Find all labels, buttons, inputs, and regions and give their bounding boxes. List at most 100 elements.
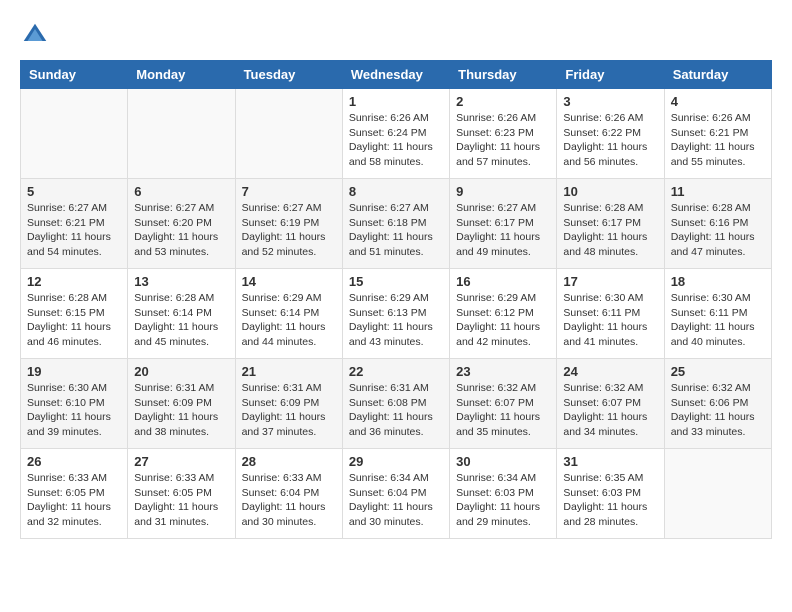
- day-info: Sunrise: 6:34 AMSunset: 6:03 PMDaylight:…: [456, 472, 540, 528]
- day-number: 11: [671, 184, 765, 199]
- day-info: Sunrise: 6:27 AMSunset: 6:17 PMDaylight:…: [456, 202, 540, 258]
- logo-icon: [20, 20, 50, 50]
- day-info: Sunrise: 6:35 AMSunset: 6:03 PMDaylight:…: [563, 472, 647, 528]
- day-info: Sunrise: 6:33 AMSunset: 6:04 PMDaylight:…: [242, 472, 326, 528]
- calendar-cell: 11 Sunrise: 6:28 AMSunset: 6:16 PMDaylig…: [664, 179, 771, 269]
- calendar-cell: 5 Sunrise: 6:27 AMSunset: 6:21 PMDayligh…: [21, 179, 128, 269]
- calendar-week-row: 26 Sunrise: 6:33 AMSunset: 6:05 PMDaylig…: [21, 449, 772, 539]
- weekday-header: Saturday: [664, 61, 771, 89]
- day-info: Sunrise: 6:26 AMSunset: 6:22 PMDaylight:…: [563, 112, 647, 168]
- day-info: Sunrise: 6:29 AMSunset: 6:14 PMDaylight:…: [242, 292, 326, 348]
- day-number: 1: [349, 94, 443, 109]
- calendar-cell: [664, 449, 771, 539]
- day-info: Sunrise: 6:26 AMSunset: 6:21 PMDaylight:…: [671, 112, 755, 168]
- day-number: 19: [27, 364, 121, 379]
- calendar-cell: 2 Sunrise: 6:26 AMSunset: 6:23 PMDayligh…: [450, 89, 557, 179]
- calendar-cell: [21, 89, 128, 179]
- day-info: Sunrise: 6:30 AMSunset: 6:10 PMDaylight:…: [27, 382, 111, 438]
- day-info: Sunrise: 6:28 AMSunset: 6:15 PMDaylight:…: [27, 292, 111, 348]
- day-number: 6: [134, 184, 228, 199]
- weekday-header: Monday: [128, 61, 235, 89]
- day-number: 26: [27, 454, 121, 469]
- calendar-table: SundayMondayTuesdayWednesdayThursdayFrid…: [20, 60, 772, 539]
- calendar-cell: 27 Sunrise: 6:33 AMSunset: 6:05 PMDaylig…: [128, 449, 235, 539]
- calendar-cell: [128, 89, 235, 179]
- day-info: Sunrise: 6:31 AMSunset: 6:08 PMDaylight:…: [349, 382, 433, 438]
- calendar-cell: [235, 89, 342, 179]
- day-number: 18: [671, 274, 765, 289]
- day-number: 27: [134, 454, 228, 469]
- calendar-week-row: 19 Sunrise: 6:30 AMSunset: 6:10 PMDaylig…: [21, 359, 772, 449]
- day-number: 25: [671, 364, 765, 379]
- day-number: 15: [349, 274, 443, 289]
- calendar-header-row: SundayMondayTuesdayWednesdayThursdayFrid…: [21, 61, 772, 89]
- calendar-cell: 30 Sunrise: 6:34 AMSunset: 6:03 PMDaylig…: [450, 449, 557, 539]
- day-info: Sunrise: 6:26 AMSunset: 6:23 PMDaylight:…: [456, 112, 540, 168]
- day-number: 20: [134, 364, 228, 379]
- day-info: Sunrise: 6:32 AMSunset: 6:06 PMDaylight:…: [671, 382, 755, 438]
- day-number: 30: [456, 454, 550, 469]
- calendar-cell: 20 Sunrise: 6:31 AMSunset: 6:09 PMDaylig…: [128, 359, 235, 449]
- day-info: Sunrise: 6:33 AMSunset: 6:05 PMDaylight:…: [134, 472, 218, 528]
- day-info: Sunrise: 6:34 AMSunset: 6:04 PMDaylight:…: [349, 472, 433, 528]
- weekday-header: Thursday: [450, 61, 557, 89]
- calendar-week-row: 5 Sunrise: 6:27 AMSunset: 6:21 PMDayligh…: [21, 179, 772, 269]
- day-number: 24: [563, 364, 657, 379]
- calendar-cell: 25 Sunrise: 6:32 AMSunset: 6:06 PMDaylig…: [664, 359, 771, 449]
- day-info: Sunrise: 6:30 AMSunset: 6:11 PMDaylight:…: [671, 292, 755, 348]
- calendar-cell: 6 Sunrise: 6:27 AMSunset: 6:20 PMDayligh…: [128, 179, 235, 269]
- day-number: 28: [242, 454, 336, 469]
- weekday-header: Tuesday: [235, 61, 342, 89]
- day-info: Sunrise: 6:28 AMSunset: 6:17 PMDaylight:…: [563, 202, 647, 258]
- calendar-cell: 4 Sunrise: 6:26 AMSunset: 6:21 PMDayligh…: [664, 89, 771, 179]
- day-info: Sunrise: 6:30 AMSunset: 6:11 PMDaylight:…: [563, 292, 647, 348]
- calendar-cell: 13 Sunrise: 6:28 AMSunset: 6:14 PMDaylig…: [128, 269, 235, 359]
- day-number: 21: [242, 364, 336, 379]
- logo: [20, 20, 54, 50]
- day-number: 8: [349, 184, 443, 199]
- weekday-header: Wednesday: [342, 61, 449, 89]
- day-number: 9: [456, 184, 550, 199]
- day-number: 7: [242, 184, 336, 199]
- day-info: Sunrise: 6:31 AMSunset: 6:09 PMDaylight:…: [134, 382, 218, 438]
- calendar-cell: 1 Sunrise: 6:26 AMSunset: 6:24 PMDayligh…: [342, 89, 449, 179]
- calendar-cell: 12 Sunrise: 6:28 AMSunset: 6:15 PMDaylig…: [21, 269, 128, 359]
- calendar-cell: 31 Sunrise: 6:35 AMSunset: 6:03 PMDaylig…: [557, 449, 664, 539]
- day-number: 31: [563, 454, 657, 469]
- day-info: Sunrise: 6:31 AMSunset: 6:09 PMDaylight:…: [242, 382, 326, 438]
- calendar-cell: 21 Sunrise: 6:31 AMSunset: 6:09 PMDaylig…: [235, 359, 342, 449]
- calendar-week-row: 12 Sunrise: 6:28 AMSunset: 6:15 PMDaylig…: [21, 269, 772, 359]
- day-number: 2: [456, 94, 550, 109]
- day-number: 13: [134, 274, 228, 289]
- day-number: 10: [563, 184, 657, 199]
- calendar-cell: 10 Sunrise: 6:28 AMSunset: 6:17 PMDaylig…: [557, 179, 664, 269]
- day-number: 23: [456, 364, 550, 379]
- day-number: 12: [27, 274, 121, 289]
- day-info: Sunrise: 6:26 AMSunset: 6:24 PMDaylight:…: [349, 112, 433, 168]
- day-number: 29: [349, 454, 443, 469]
- calendar-cell: 14 Sunrise: 6:29 AMSunset: 6:14 PMDaylig…: [235, 269, 342, 359]
- calendar-cell: 3 Sunrise: 6:26 AMSunset: 6:22 PMDayligh…: [557, 89, 664, 179]
- day-info: Sunrise: 6:32 AMSunset: 6:07 PMDaylight:…: [456, 382, 540, 438]
- calendar-cell: 26 Sunrise: 6:33 AMSunset: 6:05 PMDaylig…: [21, 449, 128, 539]
- calendar-cell: 8 Sunrise: 6:27 AMSunset: 6:18 PMDayligh…: [342, 179, 449, 269]
- calendar-cell: 24 Sunrise: 6:32 AMSunset: 6:07 PMDaylig…: [557, 359, 664, 449]
- day-info: Sunrise: 6:28 AMSunset: 6:16 PMDaylight:…: [671, 202, 755, 258]
- page-header: [20, 20, 772, 50]
- day-number: 16: [456, 274, 550, 289]
- day-number: 22: [349, 364, 443, 379]
- calendar-cell: 16 Sunrise: 6:29 AMSunset: 6:12 PMDaylig…: [450, 269, 557, 359]
- calendar-cell: 9 Sunrise: 6:27 AMSunset: 6:17 PMDayligh…: [450, 179, 557, 269]
- day-info: Sunrise: 6:29 AMSunset: 6:13 PMDaylight:…: [349, 292, 433, 348]
- day-number: 5: [27, 184, 121, 199]
- day-info: Sunrise: 6:32 AMSunset: 6:07 PMDaylight:…: [563, 382, 647, 438]
- calendar-cell: 22 Sunrise: 6:31 AMSunset: 6:08 PMDaylig…: [342, 359, 449, 449]
- day-info: Sunrise: 6:33 AMSunset: 6:05 PMDaylight:…: [27, 472, 111, 528]
- day-info: Sunrise: 6:27 AMSunset: 6:21 PMDaylight:…: [27, 202, 111, 258]
- day-info: Sunrise: 6:27 AMSunset: 6:18 PMDaylight:…: [349, 202, 433, 258]
- calendar-cell: 29 Sunrise: 6:34 AMSunset: 6:04 PMDaylig…: [342, 449, 449, 539]
- calendar-cell: 28 Sunrise: 6:33 AMSunset: 6:04 PMDaylig…: [235, 449, 342, 539]
- calendar-cell: 7 Sunrise: 6:27 AMSunset: 6:19 PMDayligh…: [235, 179, 342, 269]
- weekday-header: Friday: [557, 61, 664, 89]
- day-number: 17: [563, 274, 657, 289]
